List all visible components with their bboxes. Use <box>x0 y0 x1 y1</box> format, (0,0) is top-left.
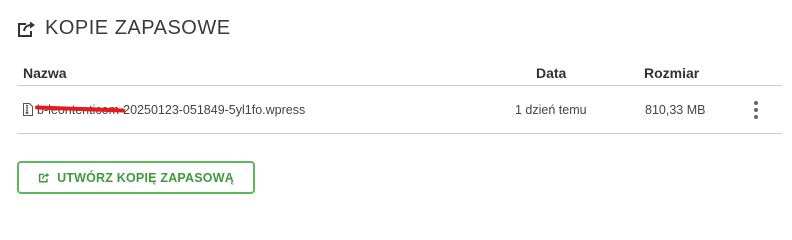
page-title: KOPIE ZAPASOWE <box>45 17 231 39</box>
backup-size: 810,33 MB <box>645 103 706 117</box>
create-backup-button[interactable]: UTWÓRZ KOPIĘ ZAPASOWĄ <box>17 161 255 194</box>
kebab-menu-icon[interactable] <box>750 99 762 121</box>
backups-table: Nazwa Data Rozmiar b-leontenticom-202501… <box>17 60 782 134</box>
column-header-size[interactable]: Rozmiar <box>644 65 699 81</box>
file-archive-icon <box>23 103 33 119</box>
table-header: Nazwa Data Rozmiar <box>17 60 782 86</box>
panel-header: KOPIE ZAPASOWE <box>17 17 231 40</box>
backups-panel: KOPIE ZAPASOWE Nazwa Data Rozmiar b-leon… <box>0 0 792 224</box>
column-header-name[interactable]: Nazwa <box>23 65 67 81</box>
create-backup-label: UTWÓRZ KOPIĘ ZAPASOWĄ <box>57 170 234 185</box>
column-header-date[interactable]: Data <box>536 65 566 81</box>
share-square-icon <box>17 20 37 38</box>
backup-date: 1 dzień temu <box>515 103 587 117</box>
share-square-icon <box>38 172 51 183</box>
table-row: b-leontenticom-20250123-051849-5yl1fo.wp… <box>17 86 782 134</box>
